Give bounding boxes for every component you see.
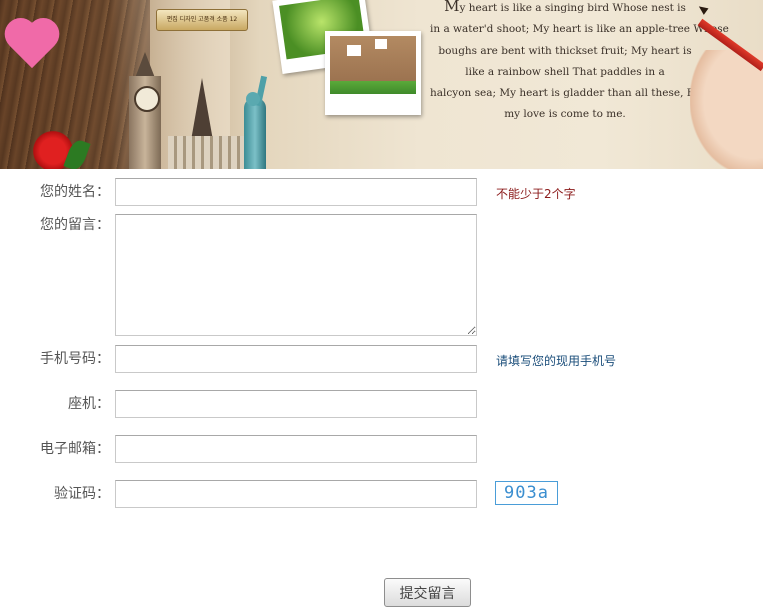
phone-label: 座机：: [68, 396, 110, 412]
captcha-image[interactable]: 903a: [495, 481, 558, 505]
temple-illustration: [168, 136, 244, 169]
name-input[interactable]: [115, 178, 477, 206]
captcha-input[interactable]: [115, 480, 477, 508]
name-label: 您的姓名：: [40, 184, 110, 200]
poem-line: halcyon sea; My heart is gladder than al…: [430, 87, 732, 100]
mobile-input[interactable]: [115, 345, 477, 373]
poem-line: like a rainbow shell That paddles in a: [465, 65, 665, 78]
captcha-label: 验证码：: [54, 486, 110, 502]
big-ben-illustration: [123, 52, 167, 169]
polaroid-photo-board: [325, 31, 421, 115]
submit-button[interactable]: 提交留言: [384, 578, 471, 607]
email-label: 电子邮箱：: [40, 441, 110, 457]
message-label: 您的留言：: [40, 217, 110, 233]
poem-line: my love is come to me.: [504, 108, 626, 121]
hand-illustration: [690, 50, 763, 169]
email-input[interactable]: [115, 435, 477, 463]
pink-heart-icon: [2, 20, 62, 76]
banner-poem: My heart is like a singing bird Whose ne…: [430, 0, 732, 126]
message-form: 您的姓名： 不能少于2个字 您的留言： 手机号码： 请填写您的现用手机号 座机：…: [0, 169, 763, 611]
mobile-label: 手机号码：: [40, 351, 110, 367]
poem-line: boughs are bent with thickset fruit; My …: [438, 44, 692, 57]
poem-line: My heart is like a singing bird Whose ne…: [444, 0, 686, 15]
mobile-hint: 请填写您的现用手机号: [496, 354, 617, 368]
phone-input[interactable]: [115, 390, 477, 418]
name-hint: 不能少于2个字: [496, 187, 576, 201]
poem-line: in a water'd shoot; My heart is like an …: [430, 23, 729, 36]
banner-badge: 편집 디자인 고품격 소품 12: [156, 9, 248, 31]
statue-of-liberty-illustration: [236, 74, 272, 169]
header-banner: 편집 디자인 고품격 소품 12 My heart is like a sing…: [0, 0, 763, 169]
message-textarea[interactable]: [115, 214, 477, 336]
